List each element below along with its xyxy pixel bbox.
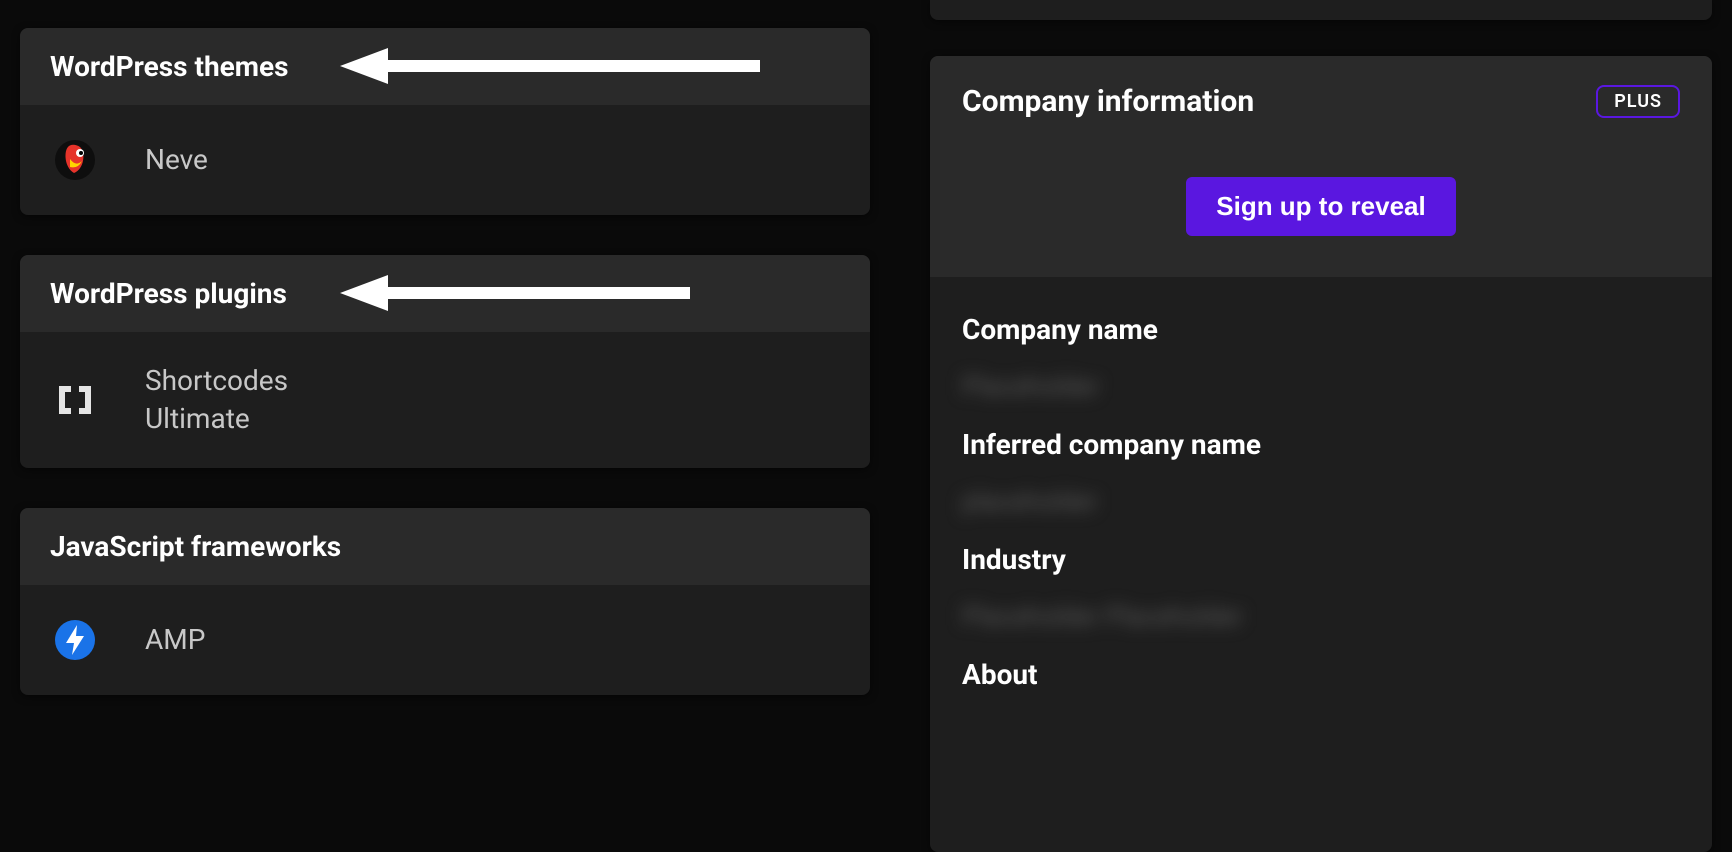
js-frameworks-panel: JavaScript frameworks AMP [20, 508, 870, 695]
company-name-label: Company name [962, 313, 1680, 346]
previous-panel-stub [930, 0, 1712, 20]
arrow-annotation-icon [340, 269, 690, 317]
inferred-name-value: placeholder [962, 487, 1680, 517]
signup-button[interactable]: Sign up to reveal [1186, 177, 1456, 236]
plugin-label: Shortcodes Ultimate [145, 362, 365, 438]
panel-title: WordPress themes [50, 50, 289, 83]
company-info-header: Company information PLUS [930, 56, 1712, 147]
framework-item-amp[interactable]: AMP [20, 585, 870, 695]
wordpress-themes-panel: WordPress themes Neve [20, 28, 870, 215]
panel-title: WordPress plugins [50, 277, 287, 310]
theme-item-neve[interactable]: Neve [20, 105, 870, 215]
industry-value: Placeholder Placeholder [962, 602, 1680, 632]
framework-label: AMP [145, 621, 205, 659]
arrow-annotation-icon [340, 42, 760, 90]
industry-label: Industry [962, 543, 1680, 576]
about-label: About [962, 658, 1680, 691]
panel-header-themes: WordPress themes [20, 28, 870, 105]
company-info-panel: Company information PLUS Sign up to reve… [930, 56, 1712, 852]
company-info-title: Company information [962, 84, 1254, 119]
plugin-item-shortcodes-ultimate[interactable]: Shortcodes Ultimate [20, 332, 870, 468]
panel-header-jsframeworks: JavaScript frameworks [20, 508, 870, 585]
brackets-icon [50, 375, 100, 425]
panel-title: JavaScript frameworks [50, 530, 341, 563]
panel-header-plugins: WordPress plugins [20, 255, 870, 332]
parrot-icon [50, 135, 100, 185]
wordpress-plugins-panel: WordPress plugins Shortcodes Ultimate [20, 255, 870, 468]
plus-badge: PLUS [1596, 85, 1680, 118]
bolt-icon [50, 615, 100, 665]
inferred-name-label: Inferred company name [962, 428, 1680, 461]
signup-row: Sign up to reveal [930, 147, 1712, 277]
company-name-value: Placeholder [962, 372, 1680, 402]
theme-label: Neve [145, 141, 208, 179]
